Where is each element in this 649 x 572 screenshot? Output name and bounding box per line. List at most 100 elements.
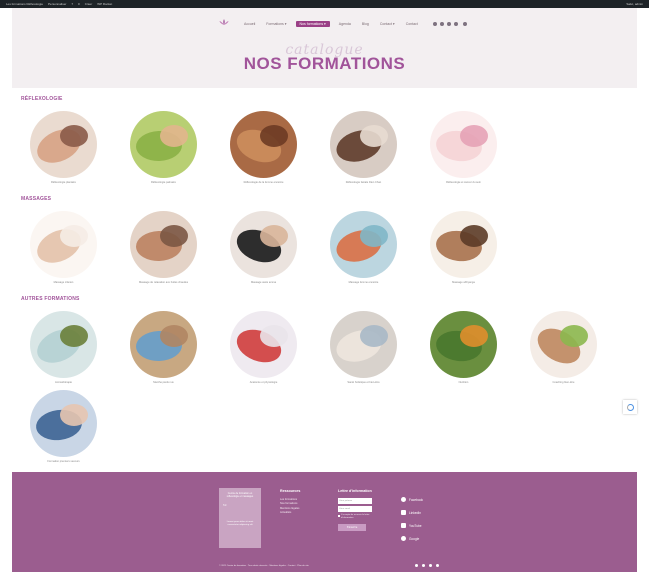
formation-image[interactable] bbox=[30, 111, 97, 178]
header-wave-divider bbox=[12, 78, 637, 88]
admin-bar-item[interactable]: 0 bbox=[78, 1, 80, 7]
formation-card[interactable]: Nutrition bbox=[423, 311, 503, 384]
formation-card[interactable]: Formation premiers secours bbox=[23, 390, 103, 463]
social-label: YouTube bbox=[409, 523, 422, 528]
nav-item[interactable]: Blog bbox=[360, 21, 371, 27]
formation-caption[interactable]: Formation premiers secours bbox=[30, 460, 97, 463]
formation-caption[interactable]: Réflexologie et cancer du sein bbox=[430, 181, 497, 184]
formation-image[interactable] bbox=[230, 111, 297, 178]
footer-box-text: Lorem ipsum dolor sit amet consectetur a… bbox=[226, 521, 254, 526]
formation-image[interactable] bbox=[530, 311, 597, 378]
formation-image[interactable] bbox=[130, 311, 197, 378]
social-label: LinkedIn bbox=[409, 510, 422, 515]
formation-image[interactable] bbox=[130, 211, 197, 278]
cart-icon[interactable] bbox=[462, 22, 467, 26]
nav-item[interactable]: Formations ▾ bbox=[264, 21, 288, 27]
instagram-icon[interactable] bbox=[439, 22, 444, 26]
page-title: NOS FORMATIONS bbox=[243, 54, 406, 73]
formation-caption[interactable]: Anatomie et physiologie bbox=[230, 381, 297, 384]
formation-image[interactable] bbox=[30, 311, 97, 378]
footer-social-link[interactable]: LinkedIn bbox=[401, 510, 423, 515]
formation-image[interactable] bbox=[330, 311, 397, 378]
formation-card[interactable]: Marche pieds nus bbox=[123, 311, 203, 384]
facebook-icon[interactable] bbox=[432, 22, 437, 26]
formation-card[interactable]: Massage assis amma bbox=[223, 211, 303, 284]
nav-item[interactable]: Agenda bbox=[337, 21, 353, 27]
footer-social-link[interactable]: Google bbox=[401, 536, 423, 541]
formation-caption[interactable]: Réflexologie palmaire bbox=[130, 181, 197, 184]
admin-bar-item[interactable]: 7 bbox=[71, 1, 73, 7]
formation-caption[interactable]: Massage femme enceinte bbox=[330, 281, 397, 284]
formation-image[interactable] bbox=[30, 390, 97, 457]
formation-caption[interactable]: Réflexologie plantaire bbox=[30, 181, 97, 184]
footer-social-link[interactable]: Facebook bbox=[401, 497, 423, 502]
newsletter-email-input[interactable]: Votre email bbox=[338, 506, 372, 512]
formation-caption[interactable]: Réflexologie de la femme enceinte bbox=[230, 181, 297, 184]
facebook-icon[interactable] bbox=[415, 564, 418, 567]
formation-card[interactable]: Réflexologie de la femme enceinte bbox=[223, 111, 303, 184]
google-icon[interactable] bbox=[436, 564, 439, 567]
admin-bar-item[interactable]: Les formations Réflexologie bbox=[6, 1, 43, 7]
nav-item[interactable]: Contact bbox=[404, 21, 420, 27]
image-shape bbox=[160, 125, 188, 147]
section-title: RÉFLEXOLOGIE bbox=[21, 96, 63, 102]
footer-social-link[interactable]: YouTube bbox=[401, 523, 423, 528]
formation-image[interactable] bbox=[430, 111, 497, 178]
youtube-icon[interactable] bbox=[429, 564, 432, 567]
google-icon bbox=[401, 536, 406, 541]
formation-caption[interactable]: Marche pieds nus bbox=[130, 381, 197, 384]
formation-image[interactable] bbox=[230, 211, 297, 278]
formation-card[interactable]: Massage abhyanga bbox=[423, 211, 503, 284]
formation-image[interactable] bbox=[230, 311, 297, 378]
footer-info-box: Centre de formation en réflexologie et m… bbox=[219, 488, 261, 548]
linkedin-icon[interactable] bbox=[422, 564, 425, 567]
formation-image[interactable] bbox=[30, 211, 97, 278]
image-shape bbox=[460, 225, 488, 247]
formation-image[interactable] bbox=[430, 311, 497, 378]
footer-link[interactable]: Actualités bbox=[280, 511, 300, 515]
formation-card[interactable]: Anatomie et physiologie bbox=[223, 311, 303, 384]
formation-card[interactable]: Aromathérapie bbox=[23, 311, 103, 384]
formation-caption[interactable]: Nutrition bbox=[430, 381, 497, 384]
section-title: AUTRES FORMATIONS bbox=[21, 296, 80, 302]
nav-item[interactable]: Contact ▾ bbox=[378, 21, 397, 27]
formation-image[interactable] bbox=[430, 211, 497, 278]
formation-caption[interactable]: Réflexologie faciale Dien Chan bbox=[330, 181, 397, 184]
formation-caption[interactable]: Massage abhyanga bbox=[430, 281, 497, 284]
linkedin-icon[interactable] bbox=[453, 22, 458, 26]
formation-card[interactable]: Réflexologie et cancer du sein bbox=[423, 111, 503, 184]
formation-card[interactable]: Massage femme enceinte bbox=[323, 211, 403, 284]
admin-bar-item[interactable]: WP Rocket bbox=[97, 1, 112, 7]
formation-card[interactable]: Santé holistique et bien-être bbox=[323, 311, 403, 384]
formation-image[interactable] bbox=[330, 111, 397, 178]
admin-bar-item[interactable]: Créer bbox=[85, 1, 93, 7]
formation-caption[interactable]: Aromathérapie bbox=[30, 381, 97, 384]
nav-item[interactable]: Nos formations ▾ bbox=[295, 21, 330, 27]
newsletter-name-input[interactable]: Votre prénom bbox=[338, 498, 372, 504]
admin-bar-item[interactable]: Personnaliser bbox=[48, 1, 66, 7]
image-shape bbox=[560, 325, 588, 347]
formation-card[interactable]: Réflexologie palmaire bbox=[123, 111, 203, 184]
formation-card[interactable]: Massage de relaxation aux huiles chaudes bbox=[123, 211, 203, 284]
formation-caption[interactable]: Coaching bien-être bbox=[530, 381, 597, 384]
formation-card[interactable]: Réflexologie faciale Dien Chan bbox=[323, 111, 403, 184]
formation-image[interactable] bbox=[330, 211, 397, 278]
consent-checkbox[interactable] bbox=[338, 514, 340, 517]
newsletter-submit-button[interactable]: S'inscrire bbox=[338, 524, 366, 531]
youtube-icon[interactable] bbox=[446, 22, 451, 26]
formation-card[interactable]: Massage crânien bbox=[23, 211, 103, 284]
newsletter-consent[interactable]: J'accepte de recevoir la lettre d'inform… bbox=[338, 514, 372, 520]
formation-caption[interactable]: Santé holistique et bien-être bbox=[330, 381, 397, 384]
formation-caption[interactable]: Massage de relaxation aux huiles chaudes bbox=[130, 281, 197, 284]
nav-item[interactable]: Accueil bbox=[242, 21, 257, 27]
youtube-icon bbox=[401, 523, 406, 528]
formation-image[interactable] bbox=[130, 111, 197, 178]
formation-card[interactable]: Réflexologie plantaire bbox=[23, 111, 103, 184]
lotus-logo-icon[interactable] bbox=[219, 18, 229, 26]
recaptcha-badge[interactable] bbox=[623, 400, 637, 414]
formation-caption[interactable]: Massage assis amma bbox=[230, 281, 297, 284]
admin-bar-items: Les formations Réflexologie Personnaliser… bbox=[6, 1, 112, 7]
admin-bar-account[interactable]: Salut, admin bbox=[626, 1, 643, 7]
formation-caption[interactable]: Massage crânien bbox=[30, 281, 97, 284]
formation-card[interactable]: Coaching bien-être bbox=[523, 311, 603, 384]
